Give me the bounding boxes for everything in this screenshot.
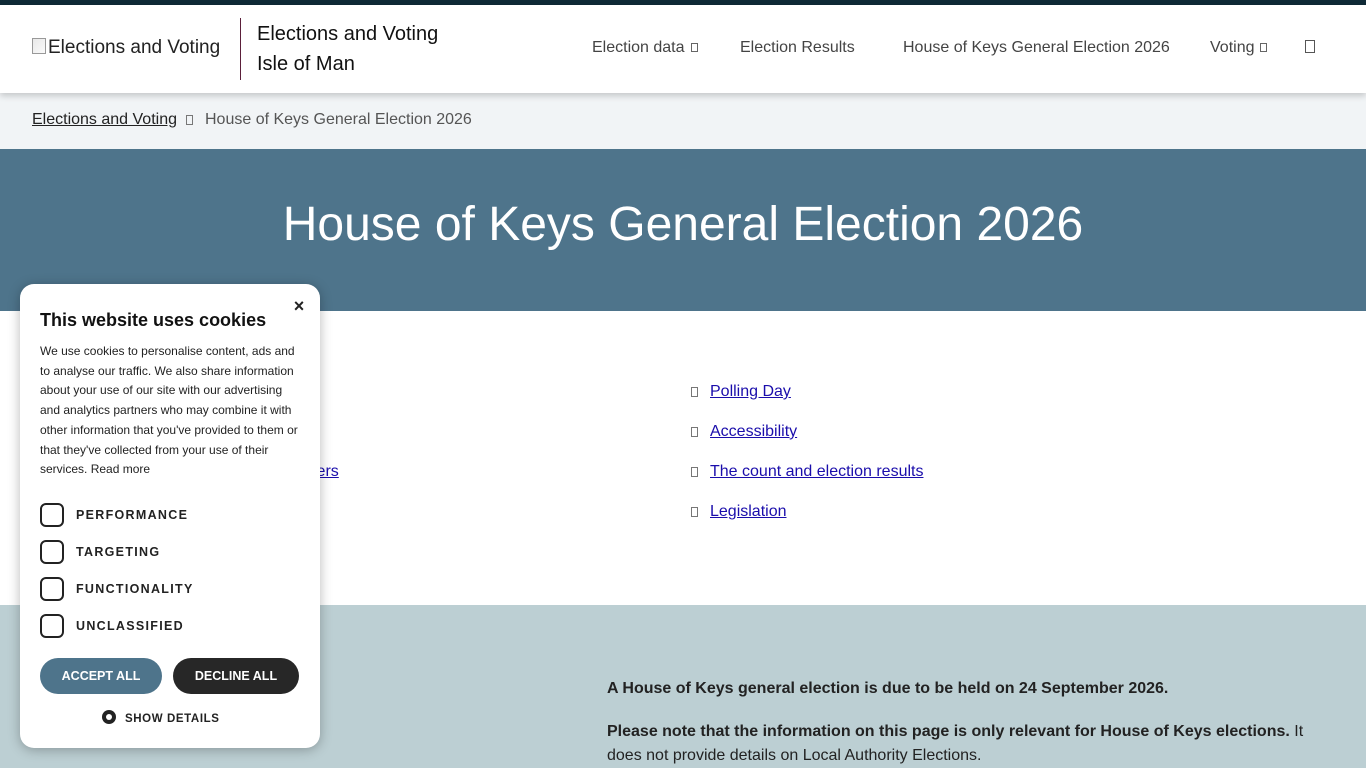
logo-alt-text: Elections and Voting [48,37,221,58]
site-header: Elections and Voting Elections and Votin… [0,5,1366,93]
cookie-option-label: FUNCTIONALITY [76,582,194,596]
checkbox[interactable] [40,614,64,638]
nav-voting[interactable]: Voting [1210,38,1268,58]
chevron-right-icon [691,467,698,477]
cookie-description-text: We use cookies to personalise content, a… [40,344,298,477]
broken-image-icon [32,38,46,54]
site-title-line1: Elections and Voting [257,23,439,45]
site-title-line2: Isle of Man [257,53,355,75]
cookie-title: This website uses cookies [40,310,267,330]
checkbox[interactable] [40,503,64,527]
read-more-link[interactable]: Read more [91,462,150,476]
list-item: Accessibility [691,422,797,442]
page-title: House of Keys General Election 2026 [282,198,1084,251]
breadcrumb-home-link[interactable]: Elections and Voting [32,111,177,129]
nav-election-data[interactable]: Election data [592,38,698,58]
link-legislation[interactable]: Legislation [710,503,787,520]
nav-voting-label: Voting [1210,39,1255,56]
accept-all-button[interactable]: ACCEPT ALL [40,658,162,694]
decline-all-button[interactable]: DECLINE ALL [173,658,299,694]
checkbox[interactable] [40,577,64,601]
show-details-button[interactable]: SHOW DETAILS [102,710,220,725]
breadcrumb: Elections and Voting House of Keys Gener… [0,93,1366,149]
link-polling-day[interactable]: Polling Day [710,383,791,400]
chevron-right-icon [691,427,698,437]
nav-election-results-label: Election Results [740,39,855,56]
site-title[interactable]: Elections and Voting Isle of Man [257,19,438,79]
search-icon[interactable] [1305,40,1315,53]
close-icon[interactable]: × [290,296,308,316]
chevron-down-icon [690,43,698,52]
chevron-right-icon [691,387,698,397]
list-item: Legislation [691,502,787,522]
chevron-right-icon [186,115,193,125]
gear-icon [102,710,116,724]
logo-divider [240,18,241,80]
relevance-notice-bold: Please note that the information on this… [607,723,1290,740]
cookie-option-label: PERFORMANCE [76,508,189,522]
chevron-down-icon [1260,43,1268,52]
cookie-option-label: TARGETING [76,545,161,559]
show-details-label: SHOW DETAILS [125,713,220,725]
site-logo[interactable]: Elections and Voting [32,35,224,61]
nav-election-results[interactable]: Election Results [740,38,855,58]
list-item: Polling Day [691,382,791,402]
list-item: The count and election results [691,462,923,482]
link-count-results[interactable]: The count and election results [710,463,923,480]
nav-election-data-label: Election data [592,39,685,56]
checkbox[interactable] [40,540,64,564]
cookie-description: We use cookies to personalise content, a… [40,342,305,480]
link-accessibility[interactable]: Accessibility [710,423,797,440]
relevance-notice: Please note that the information on this… [607,720,1327,768]
chevron-right-icon [691,507,698,517]
cookie-option-label: UNCLASSIFIED [76,619,184,633]
nav-general-election[interactable]: House of Keys General Election 2026 [903,38,1170,58]
nav-general-election-label: House of Keys General Election 2026 [903,39,1170,56]
breadcrumb-current: House of Keys General Election 2026 [205,111,472,128]
election-date-notice: A House of Keys general election is due … [607,680,1169,697]
cookie-consent-dialog: × This website uses cookies We use cooki… [20,284,320,748]
